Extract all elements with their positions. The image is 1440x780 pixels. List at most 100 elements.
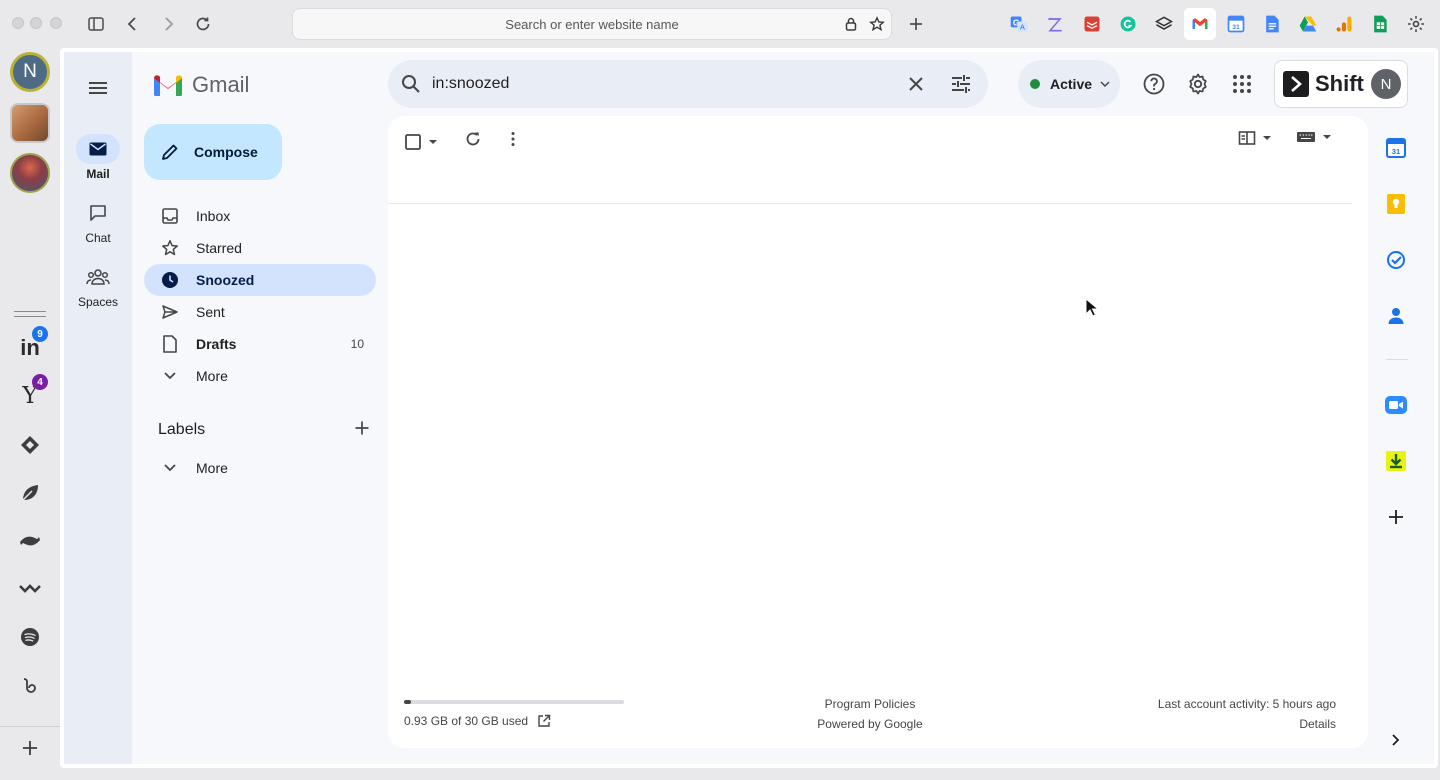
search-options-icon[interactable]	[949, 72, 973, 96]
account-vinyl-avatar[interactable]	[10, 153, 50, 193]
wave-app[interactable]	[10, 569, 50, 609]
wave-icon	[19, 584, 41, 593]
gmail-logo[interactable]: Gmail	[152, 72, 249, 98]
address-bar-placeholder: Search or enter website name	[505, 16, 679, 32]
svg-text:31: 31	[1392, 147, 1400, 156]
minimize-window-button[interactable]	[30, 17, 42, 29]
app-nav-spaces[interactable]: Spaces	[64, 262, 132, 309]
spaces-icon	[76, 262, 120, 292]
clear-search-icon[interactable]	[904, 72, 928, 96]
tasks-icon	[1387, 251, 1405, 269]
leaf-app[interactable]	[10, 473, 50, 513]
download-addon[interactable]	[1384, 449, 1408, 473]
select-all-checkbox[interactable]	[404, 130, 444, 154]
apps-grid-icon[interactable]	[1230, 72, 1254, 96]
yahoo-app[interactable]: Y 4	[10, 374, 50, 416]
activity-details-link[interactable]: Details	[1158, 714, 1336, 734]
app-nav-mail-label: Mail	[86, 167, 110, 181]
zoom-window-button[interactable]	[50, 17, 62, 29]
hamburger-icon	[89, 82, 107, 94]
refresh-button[interactable]	[464, 130, 482, 148]
gmail-icon[interactable]	[1184, 8, 1216, 40]
beehiiv-app[interactable]	[10, 665, 50, 705]
pencil-icon	[162, 144, 178, 160]
app-nav-chat[interactable]: Chat	[64, 198, 132, 245]
status-selector[interactable]: Active	[1018, 60, 1120, 108]
storage-meter	[404, 700, 624, 704]
split-pane-toggle[interactable]	[1238, 130, 1272, 146]
sidebar-toggle-icon[interactable]	[83, 11, 109, 37]
labels-more[interactable]: More	[144, 452, 376, 484]
message-list-panel: 0.93 GB of 30 GB used Program Policies P…	[388, 116, 1368, 748]
analytics-icon[interactable]	[1332, 12, 1356, 36]
reload-icon[interactable]	[190, 11, 216, 37]
calendar-icon[interactable]: 31	[1224, 12, 1248, 36]
keep-addon[interactable]	[1384, 192, 1408, 216]
split-pane-icon	[1238, 131, 1256, 145]
folder-more[interactable]: More	[144, 360, 376, 392]
compose-button[interactable]: Compose	[144, 124, 282, 180]
settings-gear-icon[interactable]	[1186, 72, 1210, 96]
zoom-addon[interactable]	[1384, 393, 1408, 417]
compose-label: Compose	[194, 144, 258, 160]
more-actions-button[interactable]	[504, 130, 522, 148]
shift-account-switcher[interactable]: Shift N	[1274, 60, 1408, 108]
open-external-icon[interactable]	[537, 714, 551, 728]
folder-starred[interactable]: Starred	[144, 232, 376, 264]
folder-snoozed[interactable]: Snoozed	[144, 264, 376, 296]
program-policies-link[interactable]: Program Policies	[808, 694, 932, 714]
send-icon	[160, 302, 180, 322]
contacts-icon	[1388, 308, 1404, 324]
drive-icon[interactable]	[1296, 12, 1320, 36]
app-nav-chat-label: Chat	[85, 231, 111, 245]
search-input[interactable]: in:snoozed	[432, 75, 509, 93]
clock-icon	[160, 270, 180, 290]
folder-drafts-count: 10	[350, 337, 364, 351]
search-icon[interactable]	[399, 72, 423, 96]
calendar-addon[interactable]: 31	[1384, 136, 1408, 160]
clickup-icon[interactable]	[1043, 12, 1067, 36]
svg-text:A: A	[1020, 22, 1025, 31]
docs-icon[interactable]	[1260, 12, 1284, 36]
caret-down-icon	[1100, 81, 1110, 87]
grammarly-icon[interactable]	[1116, 12, 1140, 36]
star-outline-icon	[160, 238, 180, 258]
spotify-app[interactable]	[10, 617, 50, 657]
folder-inbox[interactable]: Inbox	[144, 200, 376, 232]
confluence-app[interactable]	[10, 521, 50, 561]
linkedin-app[interactable]: in 9	[10, 326, 50, 368]
app-nav-mail[interactable]: Mail	[64, 134, 132, 181]
forward-icon[interactable]	[155, 11, 181, 37]
keep-icon	[1387, 194, 1405, 214]
back-icon[interactable]	[120, 11, 146, 37]
input-tools-toggle[interactable]	[1296, 130, 1332, 144]
todoist-icon[interactable]	[1080, 12, 1104, 36]
layers-icon[interactable]	[1152, 12, 1176, 36]
folder-sent[interactable]: Sent	[144, 296, 376, 328]
tasks-addon[interactable]	[1384, 248, 1408, 272]
sheets-icon[interactable]	[1368, 12, 1392, 36]
labels-header: Labels	[158, 418, 370, 442]
diamond-app[interactable]	[10, 425, 50, 465]
powered-by-google: Powered by Google	[817, 717, 923, 731]
gmail-wordmark: Gmail	[192, 72, 250, 97]
search-bar[interactable]: in:snoozed	[388, 60, 988, 108]
account-cat-avatar[interactable]	[10, 103, 50, 143]
account-avatar[interactable]: N	[10, 52, 50, 92]
side-panel-divider	[1386, 359, 1408, 360]
create-label-button[interactable]	[354, 420, 370, 441]
translate-icon[interactable]: GA	[1007, 12, 1031, 36]
svg-text:31: 31	[1232, 24, 1240, 31]
get-addons-button[interactable]	[1384, 505, 1408, 529]
close-window-button[interactable]	[12, 17, 24, 29]
expand-side-panel-button[interactable]	[1384, 728, 1408, 752]
settings-icon[interactable]	[1404, 12, 1428, 36]
folder-drafts[interactable]: Drafts 10	[144, 328, 376, 360]
main-menu-button[interactable]	[84, 74, 112, 102]
add-app-button[interactable]	[10, 728, 50, 768]
address-bar[interactable]: Search or enter website name	[292, 8, 892, 40]
contacts-addon[interactable]	[1384, 304, 1408, 328]
help-icon[interactable]	[1142, 72, 1166, 96]
star-icon[interactable]	[868, 16, 886, 32]
new-tab-icon[interactable]	[903, 11, 929, 37]
